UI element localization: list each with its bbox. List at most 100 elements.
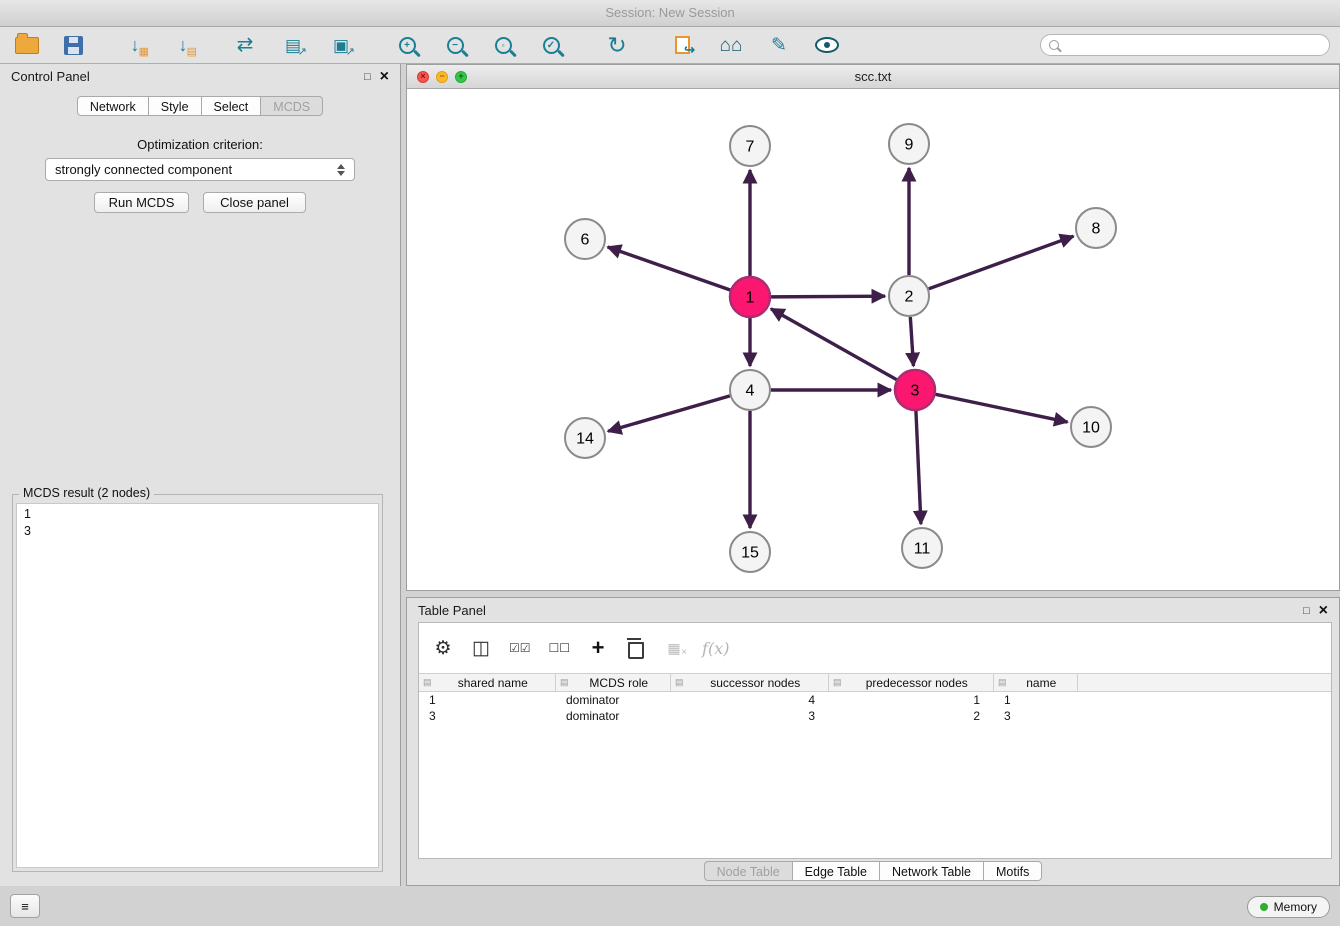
network-window: ×−+ scc.txt 7 9 6 8 1 2 4 3 14 10 15 11 [406, 64, 1340, 591]
zoom-out-icon[interactable]: − [438, 30, 472, 60]
node-3[interactable]: 3 [895, 370, 935, 410]
column-header-successor-nodes[interactable]: ▤successor nodes [671, 674, 829, 691]
table-cell[interactable]: dominator [556, 709, 671, 723]
table-tab-edge-table[interactable]: Edge Table [793, 861, 880, 881]
table-settings-icon[interactable]: ⚙ [433, 637, 453, 660]
close-panel-icon[interactable]: × [380, 69, 389, 85]
float-panel-icon[interactable]: □ [364, 71, 371, 83]
edge-2-3[interactable] [910, 317, 913, 366]
table-row[interactable]: 1dominator411 [419, 692, 1331, 708]
open-file-icon[interactable] [10, 30, 44, 60]
copy-view-icon[interactable] [666, 30, 700, 60]
table-cell[interactable]: 3 [419, 709, 556, 723]
node-4[interactable]: 4 [730, 370, 770, 410]
edge-1-6[interactable] [608, 247, 731, 290]
create-column-icon[interactable]: + [588, 635, 608, 661]
tab-network[interactable]: Network [77, 96, 149, 116]
column-header-shared-name[interactable]: ▤shared name [419, 674, 556, 691]
node-1[interactable]: 1 [730, 277, 770, 317]
app-window: Session: New Session ↓▦↓▤⇄▤↗▣↗+−▫✓↻⌂⌂✎ C… [0, 0, 1340, 926]
table-cell[interactable]: 3 [994, 709, 1078, 723]
edge-3-10[interactable] [936, 394, 1068, 422]
dropdown-value: strongly connected component [55, 162, 232, 177]
run-mcds-button[interactable]: Run MCDS [94, 192, 189, 213]
table-cell[interactable]: 3 [671, 709, 829, 723]
home-icon[interactable]: ⌂⌂ [714, 30, 748, 60]
minimize-window-icon[interactable]: − [436, 71, 448, 83]
delete-row-icon[interactable] [626, 638, 646, 659]
edge-1-2[interactable] [771, 296, 885, 297]
table-cell[interactable]: 1 [994, 693, 1078, 707]
svg-text:1: 1 [746, 290, 755, 307]
svg-text:9: 9 [905, 137, 914, 154]
table-tab-node-table[interactable]: Node Table [704, 861, 793, 881]
svg-text:2: 2 [905, 289, 914, 306]
panel-toggle-button[interactable]: ≡ [10, 894, 40, 918]
network-window-titlebar[interactable]: ×−+ scc.txt [407, 65, 1339, 89]
import-table-icon[interactable]: ↓▤ [166, 30, 200, 60]
optimization-dropdown[interactable]: strongly connected component [45, 158, 355, 181]
svg-text:14: 14 [576, 431, 594, 448]
table-tab-motifs[interactable]: Motifs [984, 861, 1042, 881]
node-6[interactable]: 6 [565, 219, 605, 259]
result-item[interactable]: 3 [17, 523, 378, 540]
export-table-icon[interactable]: ▤↗ [276, 30, 310, 60]
zoom-in-icon[interactable]: + [390, 30, 424, 60]
zoom-fit-icon[interactable]: ▫ [486, 30, 520, 60]
table-cell[interactable]: 4 [671, 693, 829, 707]
export-image-icon[interactable]: ▣↗ [324, 30, 358, 60]
node-11[interactable]: 11 [902, 528, 942, 568]
save-icon[interactable] [56, 30, 90, 60]
close-table-panel-icon[interactable]: × [1319, 603, 1328, 619]
table-cell[interactable]: 2 [829, 709, 994, 723]
refresh-icon[interactable]: ↻ [600, 30, 634, 60]
edge-2-8[interactable] [929, 236, 1074, 289]
zoom-selected-icon[interactable]: ✓ [534, 30, 568, 60]
node-10[interactable]: 10 [1071, 407, 1111, 447]
table-cell[interactable]: 1 [829, 693, 994, 707]
node-8[interactable]: 8 [1076, 208, 1116, 248]
table-panel: Table Panel □ × ⚙◫☑☑☐☐+▦×f(x) ▤shared na… [406, 597, 1340, 886]
close-panel-button[interactable]: Close panel [203, 192, 306, 213]
select-all-columns-icon[interactable]: ☑☑ [509, 641, 531, 655]
style-wizard-icon[interactable]: ✎ [762, 30, 796, 60]
tab-select[interactable]: Select [202, 96, 262, 116]
control-panel: Control Panel □ × NetworkStyleSelectMCDS… [0, 64, 401, 886]
node-7[interactable]: 7 [730, 126, 770, 166]
deselect-all-columns-icon[interactable]: ☐☐ [549, 641, 571, 655]
column-header-MCDS-role[interactable]: ▤MCDS role [556, 674, 671, 691]
node-14[interactable]: 14 [565, 418, 605, 458]
table-cell[interactable]: 1 [419, 693, 556, 707]
search-box[interactable] [1040, 34, 1330, 56]
export-network-icon[interactable]: ⇄ [228, 30, 262, 60]
show-hide-icon[interactable] [810, 30, 844, 60]
table-row[interactable]: 3dominator323 [419, 708, 1331, 724]
function-builder-icon[interactable]: f(x) [702, 639, 729, 658]
memory-button[interactable]: Memory [1247, 896, 1330, 918]
import-network-icon[interactable]: ↓▦ [118, 30, 152, 60]
show-columns-icon[interactable]: ◫ [471, 637, 491, 660]
tab-mcds[interactable]: MCDS [261, 96, 323, 116]
zoom-window-icon[interactable]: + [455, 71, 467, 83]
dropdown-arrows-icon [337, 164, 345, 176]
result-item[interactable]: 1 [17, 506, 378, 523]
edge-3-11[interactable] [916, 411, 921, 524]
table-tab-network-table[interactable]: Network Table [880, 861, 984, 881]
edge-4-14[interactable] [608, 396, 730, 431]
tab-style[interactable]: Style [149, 96, 202, 116]
float-table-panel-icon[interactable]: □ [1303, 605, 1310, 617]
svg-text:4: 4 [746, 383, 755, 400]
mcds-result-list[interactable]: 13 [16, 503, 379, 868]
column-header-predecessor-nodes[interactable]: ▤predecessor nodes [829, 674, 994, 691]
node-2[interactable]: 2 [889, 276, 929, 316]
window-titlebar[interactable]: Session: New Session [0, 0, 1340, 27]
search-input[interactable] [1067, 37, 1321, 53]
network-canvas[interactable]: 7 9 6 8 1 2 4 3 14 10 15 11 [407, 88, 1339, 590]
delete-table-icon[interactable]: ▦× [664, 640, 684, 657]
edge-3-1[interactable] [771, 309, 897, 380]
table-cell[interactable]: dominator [556, 693, 671, 707]
node-15[interactable]: 15 [730, 532, 770, 572]
node-9[interactable]: 9 [889, 124, 929, 164]
close-window-icon[interactable]: × [417, 71, 429, 83]
column-header-name[interactable]: ▤name [994, 674, 1078, 691]
